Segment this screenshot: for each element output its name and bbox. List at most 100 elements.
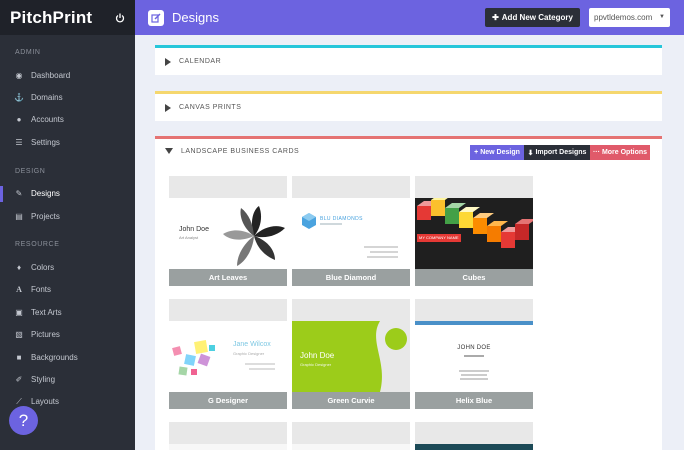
card-line (460, 378, 488, 380)
domain-select[interactable]: ppvtldemos.com ▼ (589, 8, 670, 27)
sidebar-item-pictures[interactable]: ▧ Pictures (0, 324, 135, 346)
category-header[interactable]: CALENDAR (155, 48, 662, 75)
card-line (245, 363, 275, 365)
sidebar-item-fonts[interactable]: A Fonts (0, 279, 135, 301)
sidebar-item-label: Designs (31, 189, 60, 199)
category-panel-calendar: CALENDAR (155, 45, 662, 75)
new-design-button[interactable]: + New Design (470, 145, 524, 160)
expand-arrow-icon (165, 103, 171, 112)
sidebar-item-label: Projects (31, 211, 60, 221)
card-line (370, 251, 398, 253)
card-line (367, 256, 398, 258)
sidebar-item-label: Fonts (31, 285, 52, 295)
background-icon: ■ (16, 352, 22, 362)
sidebar-item-colors[interactable]: ♦ Colors (0, 256, 135, 278)
squares-graphic-icon (172, 340, 215, 376)
category-header[interactable]: CANVAS PRINTS (155, 94, 662, 121)
design-thumbnail: MY COMPANY NAME (415, 198, 533, 269)
sidebar-item-styling[interactable]: ✐ Styling (0, 368, 135, 390)
design-thumbnail (415, 444, 533, 450)
sidebar-item-projects[interactable]: ▤ Projects (0, 205, 135, 227)
brand-logo[interactable]: PitchPrint (10, 8, 92, 28)
page-title: Designs (172, 10, 219, 25)
new-design-label: New Design (480, 149, 520, 156)
sidebar-item-text-arts[interactable]: ▣ Text Arts (0, 301, 135, 323)
add-category-button[interactable]: ✚ Add New Category (485, 8, 580, 27)
brand-bar: PitchPrint (0, 0, 135, 35)
section-title-resource: RESOURCE (15, 241, 60, 249)
sidebar-item-label: Domains (31, 93, 63, 103)
cubes-graphic-icon (417, 198, 533, 248)
brush-icon: ✐ (15, 374, 23, 384)
leaves-logo-icon (223, 206, 285, 266)
text-art-icon: ▣ (15, 307, 23, 317)
sidebar-item-accounts[interactable]: ● Accounts (0, 109, 135, 131)
sidebar-item-label: Colors (31, 263, 55, 273)
card-company: BLU DIAMONDS (320, 216, 363, 222)
more-options-button[interactable]: ··· More Options (590, 145, 650, 160)
card-line (364, 246, 398, 248)
ellipsis-icon: ··· (592, 149, 600, 156)
sidebar-item-domains[interactable]: ⚓ Domains (0, 86, 135, 108)
design-thumbnail: John Doe Art Analyst (169, 198, 287, 269)
card-company: MY COMPANY NAME (419, 235, 459, 240)
help-button[interactable]: ? (9, 406, 38, 435)
card-line (459, 370, 489, 372)
layout-icon: ⟋ (16, 396, 22, 406)
sidebar-item-backgrounds[interactable]: ■ Backgrounds (0, 346, 135, 368)
design-thumbnail: Jane Wilcox Graphic Designer (169, 321, 287, 392)
design-thumbnail: John Doe Graphic Designer (292, 321, 410, 392)
plus-icon: + (474, 149, 479, 156)
design-name: Blue Diamond (292, 269, 410, 286)
design-card-helix-blue[interactable]: JOHN DOE Helix Blue (415, 299, 533, 409)
card-line (249, 368, 275, 370)
plus-icon: ✚ (492, 13, 499, 22)
sidebar-item-label: Backgrounds (31, 352, 78, 362)
design-card-green-curvie[interactable]: John Doe Graphic Designer Green Curvie (292, 299, 410, 409)
sidebar-item-designs[interactable]: ✎ Designs (0, 183, 135, 205)
collapse-arrow-icon (165, 148, 173, 154)
card-strip (169, 176, 287, 198)
card-strip (415, 176, 533, 198)
download-icon: ⬇ (527, 149, 534, 157)
sidebar-item-label: Text Arts (31, 307, 62, 317)
design-card-cubes[interactable]: MY COMPANY NAME Cubes (415, 176, 533, 286)
import-designs-label: Import Designs (535, 149, 587, 156)
section-title-design: DESIGN (15, 167, 46, 175)
category-name: CALENDAR (179, 58, 222, 65)
design-name: Art Leaves (169, 269, 287, 286)
edit-icon: ✎ (15, 189, 23, 199)
card-title: Graphic Designer (233, 351, 265, 356)
design-card-blue-diamond[interactable]: BLU DIAMONDS Blue Diamond (292, 176, 410, 286)
sidebar-item-label: Accounts (31, 115, 64, 125)
sidebar-item-label: Dashboard (31, 70, 71, 80)
domain-value: ppvtldemos.com (594, 13, 653, 22)
sidebar-item-label: Pictures (31, 330, 60, 340)
main-content: CALENDAR CANVAS PRINTS LANDSCAPE BUSINES… (135, 35, 684, 450)
design-card[interactable] (415, 422, 533, 450)
more-options-label: More Options (601, 149, 648, 156)
category-panel-canvas-prints: CANVAS PRINTS (155, 91, 662, 121)
design-card[interactable] (169, 422, 287, 450)
sidebar-item-label: Settings (31, 137, 60, 147)
design-name: Cubes (415, 269, 533, 286)
category-panel-landscape-business-cards: LANDSCAPE BUSINESS CARDS + New Design ⬇ Im… (155, 136, 662, 450)
diamond-logo-icon (302, 213, 316, 229)
card-line (461, 374, 487, 376)
card-strip (415, 422, 533, 444)
card-strip (415, 299, 533, 321)
design-card-art-leaves[interactable]: John Doe Art Analyst Art Leaves (169, 176, 287, 286)
card-title: Art Analyst (179, 235, 199, 240)
picture-icon: ▧ (15, 330, 23, 340)
caret-down-icon: ▼ (659, 14, 665, 20)
design-thumbnail: BLU DIAMONDS (292, 198, 410, 269)
add-category-label: Add New Category (501, 13, 573, 22)
design-card-g-designer[interactable]: Jane Wilcox Graphic Designer G Designer (169, 299, 287, 409)
sidebar: PitchPrint ADMIN ◉ Dashboard ⚓ Domains ● Ac… (0, 0, 135, 450)
import-designs-button[interactable]: ⬇ Import Designs (524, 145, 590, 160)
sidebar-item-settings[interactable]: ☰ Settings (0, 131, 135, 153)
sidebar-item-dashboard[interactable]: ◉ Dashboard (0, 64, 135, 86)
design-card[interactable] (292, 422, 410, 450)
card-strip (292, 176, 410, 198)
power-icon[interactable] (115, 13, 125, 23)
